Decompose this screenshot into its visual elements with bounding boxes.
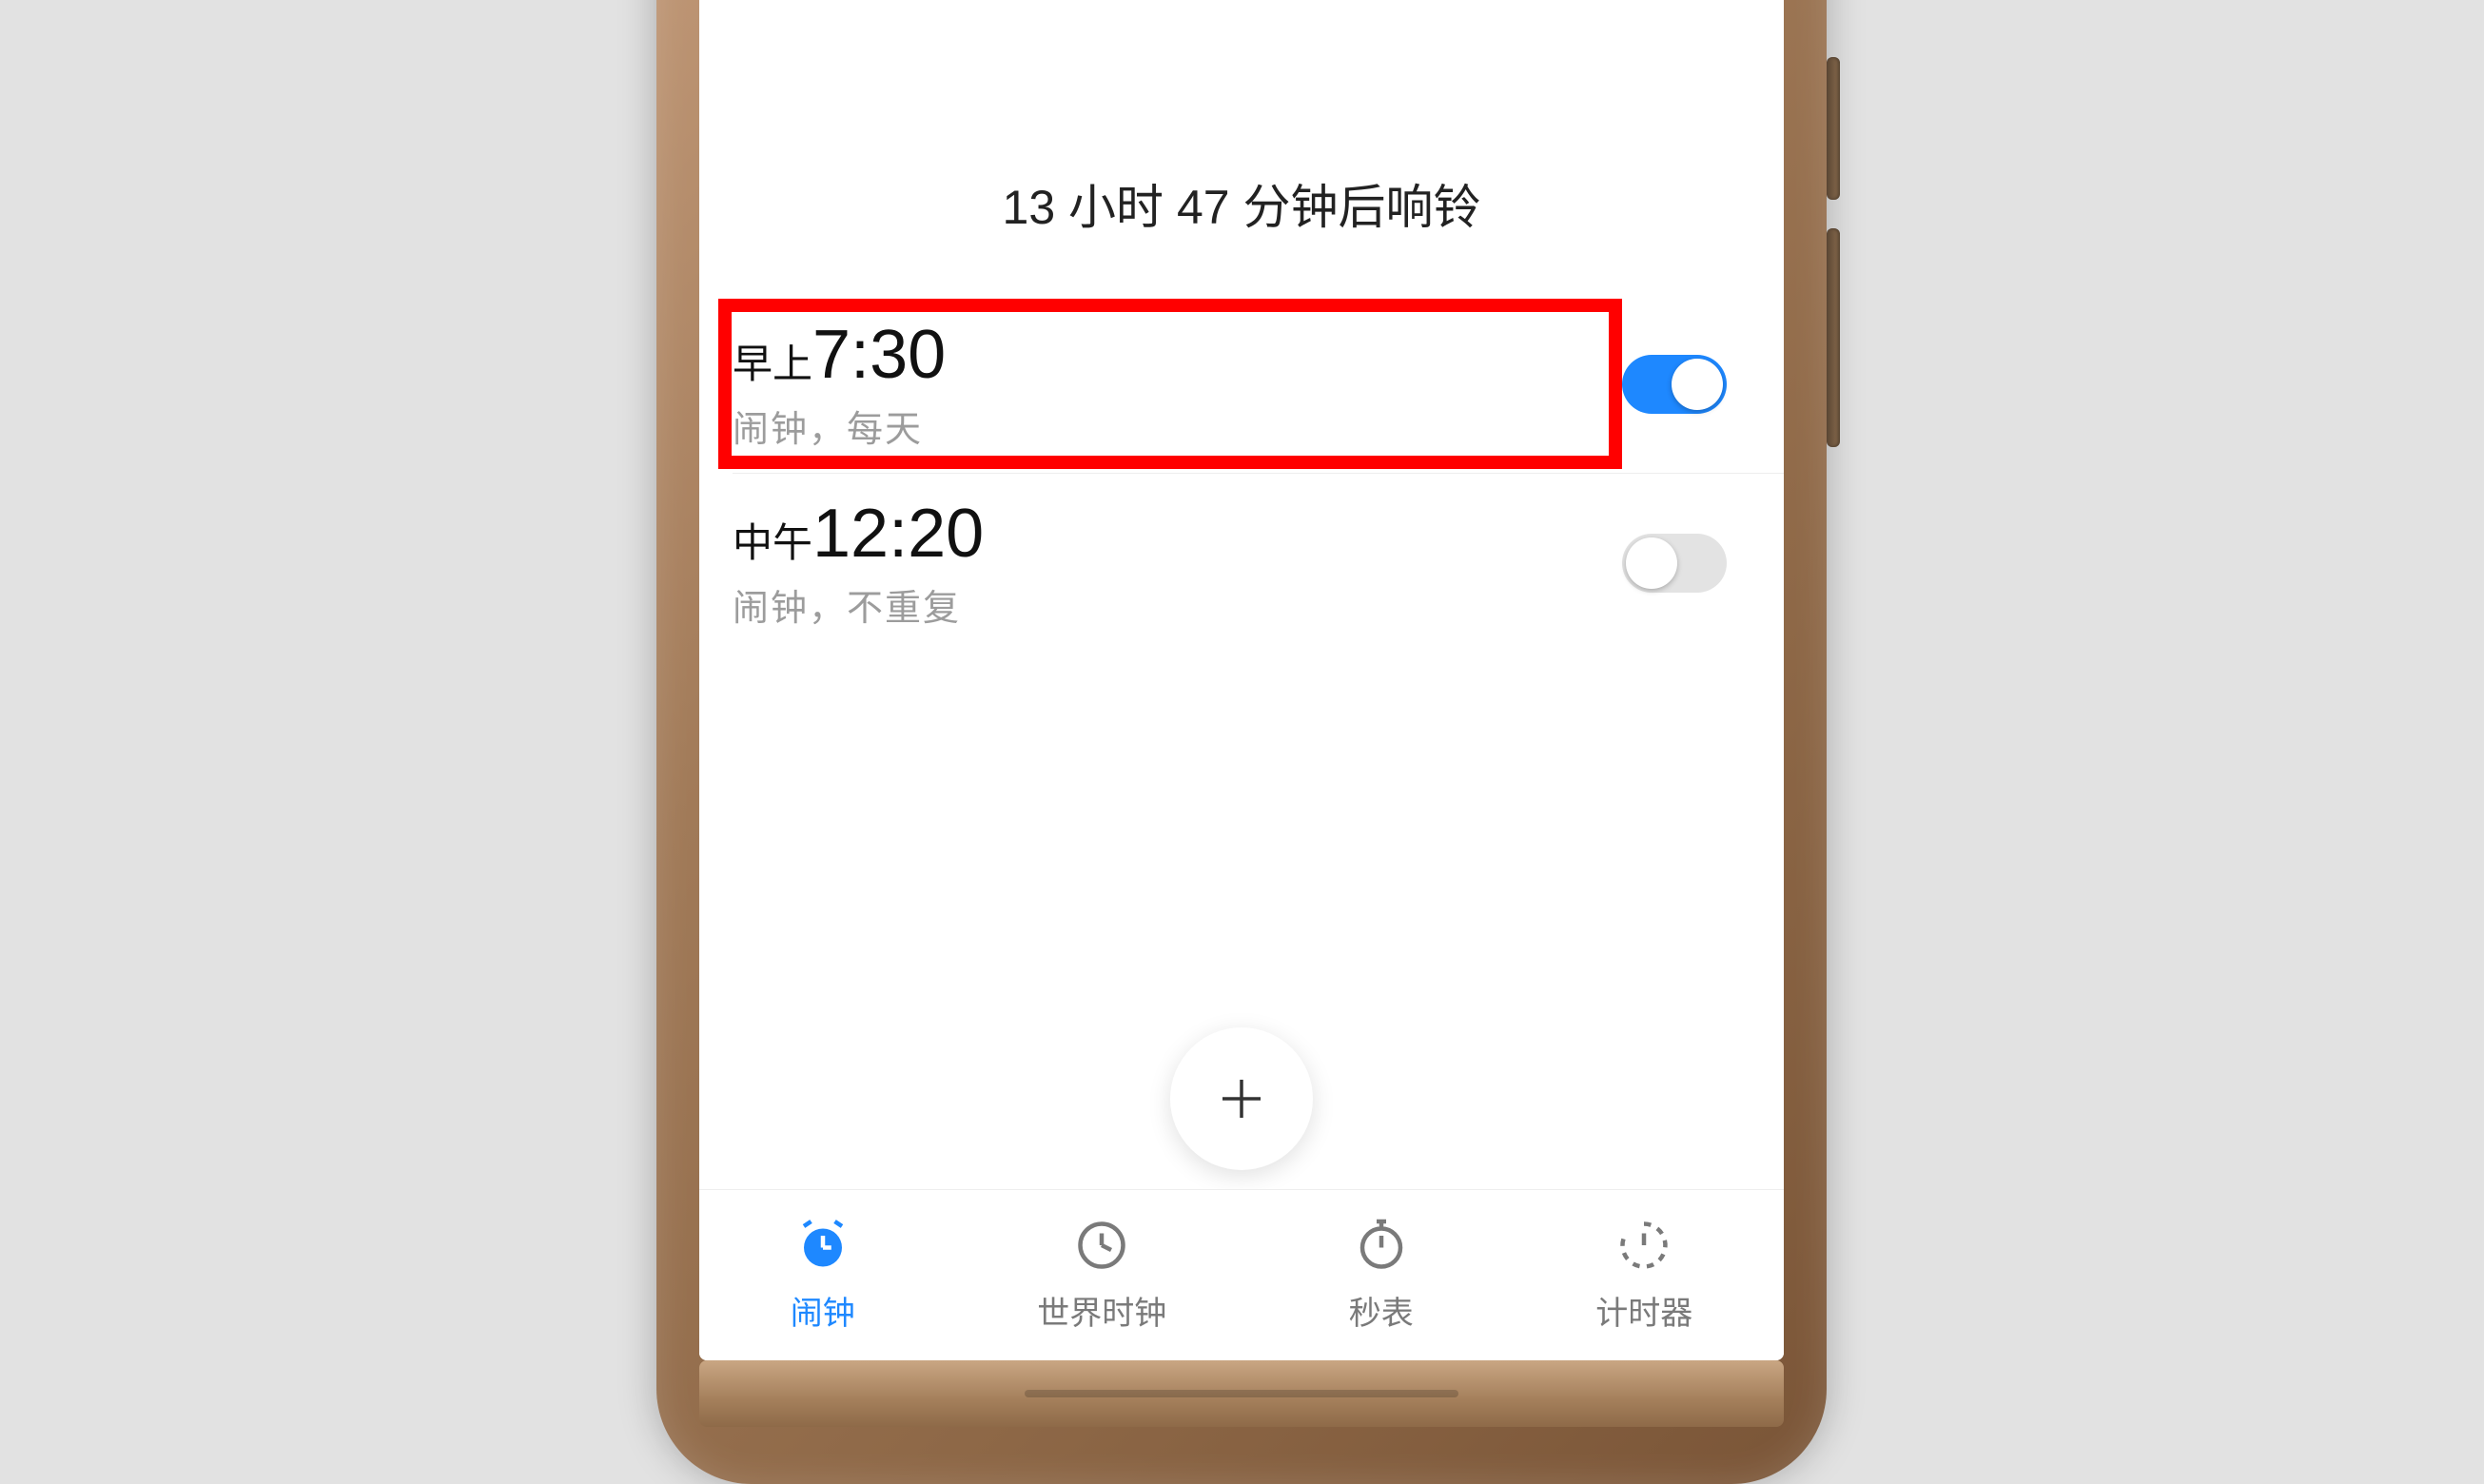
tab-alarm[interactable]: 闹钟 bbox=[791, 1217, 855, 1334]
side-button[interactable] bbox=[1827, 228, 1840, 447]
screen: 傍晚5:42:52 13 小时 47 分钟后响铃 早上7:30 闹钟，每天 bbox=[699, 0, 1784, 1360]
alarm-row[interactable]: 中午12:20 闹钟，不重复 bbox=[733, 473, 1784, 652]
tab-world-clock[interactable]: 世界时钟 bbox=[1037, 1217, 1166, 1334]
timer-icon bbox=[1615, 1217, 1672, 1274]
alarm-time-prefix: 早上 bbox=[733, 342, 812, 386]
alarm-time: 7:30 bbox=[812, 317, 946, 393]
add-alarm-button[interactable] bbox=[1170, 1027, 1313, 1170]
phone-chin bbox=[699, 1360, 1784, 1427]
side-button[interactable] bbox=[1827, 57, 1840, 200]
tab-label: 世界时钟 bbox=[1037, 1287, 1166, 1334]
clock-icon bbox=[1073, 1217, 1130, 1274]
tab-stopwatch[interactable]: 秒表 bbox=[1349, 1217, 1414, 1334]
alarm-toggle[interactable] bbox=[1622, 534, 1727, 593]
alarm-clock-icon bbox=[794, 1217, 851, 1274]
alarm-row[interactable]: 早上7:30 闹钟，每天 bbox=[699, 295, 1784, 473]
alarm-description: 闹钟，不重复 bbox=[733, 578, 984, 631]
stopwatch-icon bbox=[1353, 1217, 1410, 1274]
alarm-toggle[interactable] bbox=[1622, 355, 1727, 414]
tab-label: 计时器 bbox=[1595, 1287, 1692, 1334]
alarm-list: 早上7:30 闹钟，每天 中午12:20 闹钟，不重复 bbox=[699, 295, 1784, 652]
clock-app: 傍晚5:42:52 13 小时 47 分钟后响铃 早上7:30 闹钟，每天 bbox=[699, 0, 1784, 1360]
alarm-time: 12:20 bbox=[812, 496, 984, 572]
bottom-tab-bar: 闹钟 世界时钟 秒表 bbox=[699, 1189, 1784, 1360]
tab-label: 秒表 bbox=[1349, 1287, 1414, 1334]
tab-label: 闹钟 bbox=[791, 1287, 855, 1334]
tab-timer[interactable]: 计时器 bbox=[1595, 1217, 1692, 1334]
next-ring-label: 13 小时 47 分钟后响铃 bbox=[699, 169, 1784, 238]
current-time-hero: 傍晚5:42:52 13 小时 47 分钟后响铃 bbox=[699, 0, 1784, 238]
phone-frame: 傍晚5:42:52 13 小时 47 分钟后响铃 早上7:30 闹钟，每天 bbox=[656, 0, 1827, 1484]
plus-icon bbox=[1213, 1070, 1270, 1127]
alarm-description: 闹钟，每天 bbox=[733, 400, 946, 452]
alarm-time-prefix: 中午 bbox=[733, 520, 812, 565]
